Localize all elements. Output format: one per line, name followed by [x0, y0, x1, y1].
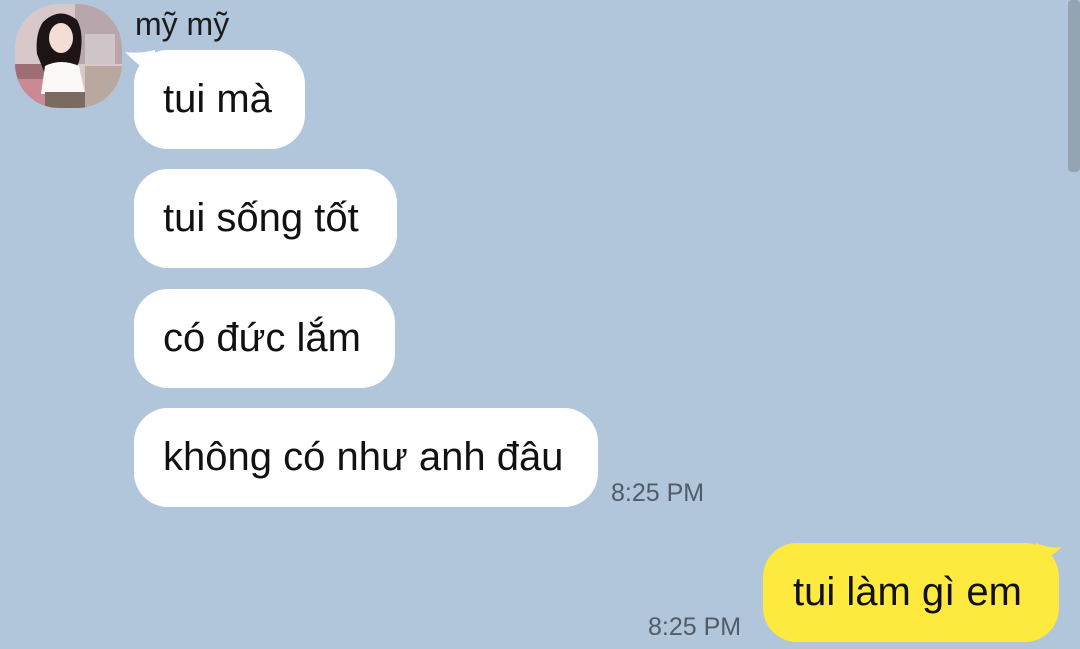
- incoming-message[interactable]: có đức lắm: [134, 289, 395, 388]
- incoming-message[interactable]: tui mà: [134, 50, 305, 149]
- message-timestamp: 8:25 PM: [611, 479, 705, 507]
- contact-avatar[interactable]: [15, 4, 122, 108]
- incoming-message[interactable]: không có như anh đâu: [134, 408, 598, 507]
- outgoing-bubble-tail: [1036, 543, 1062, 567]
- message-timestamp: 8:25 PM: [648, 613, 742, 641]
- scrollbar[interactable]: [1068, 0, 1080, 172]
- outgoing-message[interactable]: tui làm gì em: [763, 543, 1059, 642]
- chat-view: mỹ mỹ tui mà tui sống tốt có đức lắm khô…: [0, 0, 1080, 649]
- sender-name: mỹ mỹ: [135, 6, 230, 42]
- avatar-image: [15, 4, 122, 108]
- incoming-message[interactable]: tui sống tốt: [134, 169, 397, 268]
